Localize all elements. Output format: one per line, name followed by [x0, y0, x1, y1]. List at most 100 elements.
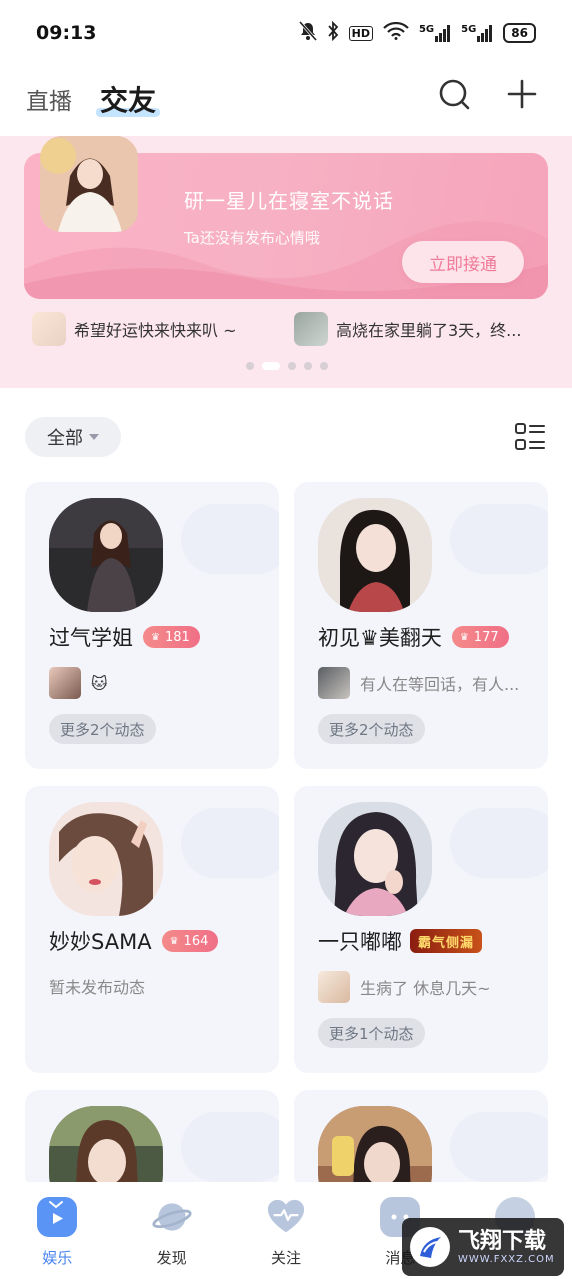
user-card[interactable]: 初见♛美翻天 ♛ 177 有人在等回话，有人... 更多2个动态 [294, 482, 548, 769]
tab-live[interactable]: 直播 [26, 82, 72, 116]
ticker-avatar [294, 312, 328, 346]
user-name: 初见♛美翻天 [318, 626, 442, 650]
carousel-dot-active[interactable] [262, 362, 280, 370]
ticker-text: 希望好运快来快来叭 ~ [74, 321, 237, 340]
more-moments-button[interactable]: 更多2个动态 [318, 714, 425, 744]
search-icon [437, 77, 471, 115]
wifi-icon [383, 21, 409, 44]
crown-icon: ♛ [459, 631, 469, 643]
moment-preview[interactable]: 生病了 休息几天~ [318, 971, 534, 1003]
user-avatar[interactable] [318, 802, 432, 916]
user-card[interactable]: 妙妙SAMA ♛ 164 暂未发布动态 [25, 786, 279, 1073]
moment-preview[interactable]: 🐱 [49, 667, 265, 699]
view-toggle-button[interactable] [513, 420, 547, 454]
user-card[interactable]: 过气学姐 ♛ 181 🐱 更多2个动态 [25, 482, 279, 769]
user-name: 一只嘟嘟 [318, 930, 402, 954]
search-button[interactable] [432, 74, 476, 118]
card-decoration [450, 808, 548, 878]
user-avatar[interactable] [49, 498, 163, 612]
carousel-dot[interactable] [320, 362, 328, 370]
heart-pulse-icon [266, 1197, 306, 1237]
nav-label: 娱乐 [42, 1249, 73, 1267]
level-badge: ♛ 181 [143, 626, 200, 648]
planet-icon [151, 1197, 192, 1237]
moment-text: 🐱 [91, 673, 108, 693]
card-decoration [181, 1112, 279, 1182]
site-watermark: 飞翔下载 WWW.FXXZ.COM [402, 1218, 564, 1276]
moment-text: 生病了 休息几天~ [360, 979, 491, 998]
no-moment-text: 暂未发布动态 [49, 978, 146, 997]
bluetooth-icon [327, 20, 339, 45]
nav-label: 关注 [270, 1249, 301, 1267]
nav-entertainment[interactable]: 娱乐 [0, 1182, 114, 1279]
user-avatar[interactable] [49, 802, 163, 916]
user-name-row: 过气学姐 ♛ 181 [49, 622, 200, 652]
tv-play-icon [37, 1197, 78, 1237]
user-name-row: 一只嘟嘟 霸气侧漏 [318, 926, 483, 956]
honor-badge: 霸气侧漏 [410, 929, 483, 953]
user-card[interactable]: 一只嘟嘟 霸气侧漏 生病了 休息几天~ 更多1个动态 [294, 786, 548, 1073]
status-bar: 09:13 HD 5G 5G 86 [0, 0, 572, 66]
watermark-logo [410, 1227, 450, 1267]
user-name-row: 初见♛美翻天 ♛ 177 [318, 622, 509, 652]
nav-discover[interactable]: 发现 [114, 1182, 228, 1279]
connect-now-button[interactable]: 立即接通 [402, 241, 524, 283]
ticker-item[interactable]: 希望好运快来快来叭 ~ [32, 312, 237, 346]
level-value: 164 [183, 933, 209, 949]
battery-indicator: 86 [503, 23, 536, 43]
level-value: 181 [164, 629, 190, 645]
status-time: 09:13 [36, 22, 97, 44]
filter-dropdown[interactable]: 全部 [25, 417, 121, 457]
create-button[interactable] [500, 74, 544, 118]
moment-thumbnail [318, 971, 350, 1003]
banner-title: 研一星儿在寝室不说话 [184, 189, 394, 213]
carousel-dot[interactable] [304, 362, 312, 370]
moment-preview[interactable]: 有人在等回话，有人... [318, 667, 534, 699]
crown-icon: ♛ [169, 935, 179, 947]
plus-icon [506, 78, 538, 114]
moment-thumbnail [49, 667, 81, 699]
user-card[interactable] [294, 1090, 548, 1190]
ticker-item[interactable]: 高烧在家里躺了3天，终... [294, 312, 554, 346]
level-badge: ♛ 177 [451, 626, 509, 648]
user-card[interactable] [25, 1090, 279, 1190]
status-icons: HD 5G 5G 86 [298, 20, 536, 45]
nav-label: 发现 [156, 1249, 187, 1267]
nav-follow[interactable]: 关注 [229, 1182, 343, 1279]
level-value: 177 [473, 629, 499, 645]
carousel-dot[interactable] [246, 362, 254, 370]
crown-icon: ♛ [151, 631, 160, 643]
moment-thumbnail [318, 667, 350, 699]
network-type-label: 5G [461, 24, 477, 35]
card-decoration [181, 808, 279, 878]
tab-make-friends[interactable]: 交友 [95, 79, 161, 119]
more-moments-button[interactable]: 更多1个动态 [318, 1018, 425, 1048]
network-type-label: 5G [418, 24, 435, 35]
banner-avatar[interactable] [40, 136, 138, 232]
user-avatar[interactable] [318, 498, 432, 612]
card-decoration [450, 504, 548, 574]
level-badge: ♛ 164 [161, 930, 219, 952]
user-name-row: 妙妙SAMA ♛ 164 [49, 926, 219, 956]
signal-icon: 5G [461, 24, 493, 42]
carousel-dot[interactable] [288, 362, 296, 370]
hd-icon: HD [348, 25, 373, 41]
top-header: 直播 交友 [0, 66, 572, 132]
watermark-text-block: 飞翔下载 WWW.FXXZ.COM [458, 1229, 555, 1265]
card-decoration [181, 504, 279, 574]
ticker-text: 高烧在家里躺了3天，终... [336, 321, 522, 340]
user-avatar[interactable] [318, 1106, 432, 1190]
user-name: 过气学姐 [49, 626, 133, 650]
signal-icon: 5G [419, 24, 451, 42]
filter-label: 全部 [47, 428, 83, 449]
watermark-url: WWW.FXXZ.COM [458, 1253, 555, 1265]
carousel-dots [246, 362, 328, 370]
ticker-avatar [32, 312, 66, 346]
caret-down-icon [89, 434, 99, 440]
list-view-icon [513, 423, 547, 458]
more-moments-button[interactable]: 更多2个动态 [49, 714, 156, 744]
card-decoration [450, 1112, 548, 1182]
banner-subtitle: Ta还没有发布心情哦 [184, 229, 320, 247]
mute-bell-icon [298, 21, 317, 45]
user-avatar[interactable] [49, 1106, 163, 1190]
